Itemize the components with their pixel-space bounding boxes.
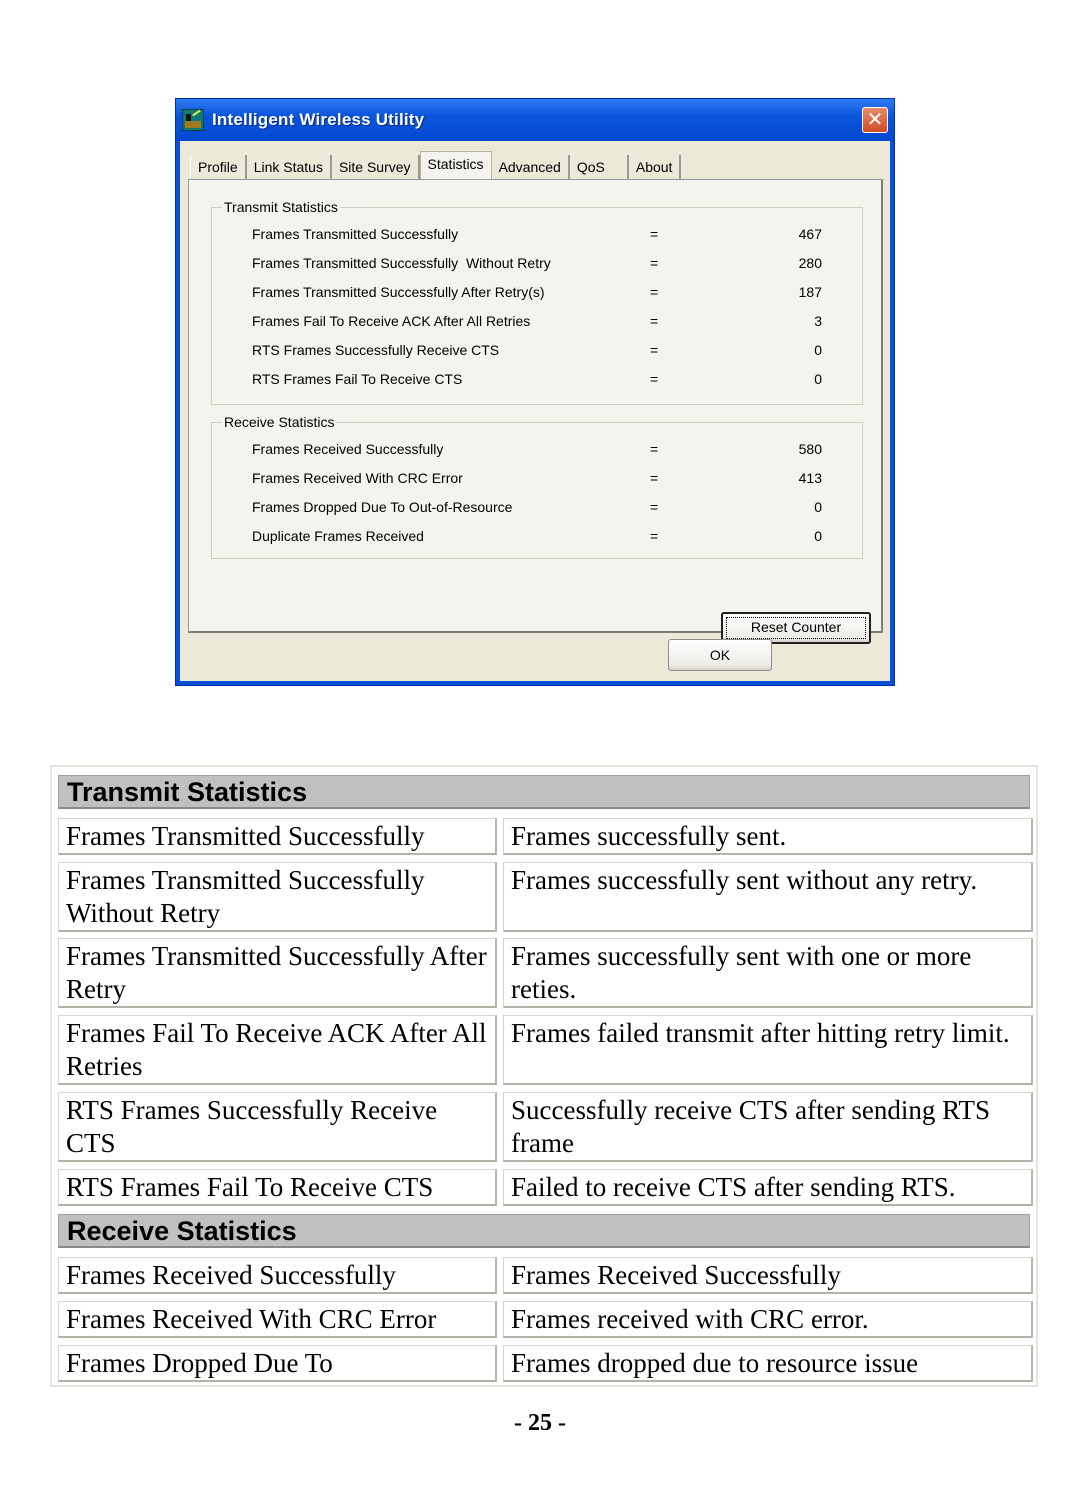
stat-equals: = <box>650 255 659 271</box>
focus-rectangle <box>726 617 866 639</box>
receive-statistics-group: Receive Statistics Frames Received Succe… <box>211 414 863 559</box>
stat-equals: = <box>650 284 659 300</box>
stat-row: Duplicate Frames Received = 0 <box>252 528 822 548</box>
stat-label: Duplicate Frames Received <box>252 528 424 544</box>
term-cell: Frames Dropped Due To <box>58 1345 497 1382</box>
stat-equals: = <box>650 313 659 329</box>
term-cell: RTS Frames Successfully Receive CTS <box>58 1092 497 1162</box>
dialog-client-area: Profile Link Status Site Survey Statisti… <box>180 141 890 681</box>
stat-equals: = <box>650 342 659 358</box>
stat-row: Frames Received Successfully = 580 <box>252 441 822 461</box>
statistics-description-table: Transmit Statistics Frames Transmitted S… <box>50 765 1038 1387</box>
stat-label: Frames Received Successfully <box>252 441 444 457</box>
stat-value: 0 <box>814 528 822 544</box>
stat-value: 0 <box>814 342 822 358</box>
description-cell: Frames successfully sent. <box>503 818 1033 855</box>
stat-label: Frames Received With CRC Error <box>252 470 463 486</box>
stat-value: 467 <box>798 226 822 242</box>
description-cell: Frames received with CRC error. <box>503 1301 1033 1338</box>
transmit-group-label: Transmit Statistics <box>222 199 340 215</box>
receive-section-header: Receive Statistics <box>58 1214 1030 1248</box>
statistics-panel: Transmit Statistics Frames Transmitted S… <box>188 179 883 644</box>
stat-row: Frames Dropped Due To Out-of-Resource = … <box>252 499 822 519</box>
tab-site-survey[interactable]: Site Survey <box>331 155 420 179</box>
stat-label: Frames Dropped Due To Out-of-Resource <box>252 499 513 515</box>
stat-label: Frames Transmitted Successfully Without … <box>252 255 551 271</box>
description-cell: Successfully receive CTS after sending R… <box>503 1092 1033 1162</box>
tab-link-status[interactable]: Link Status <box>246 155 332 179</box>
tab-bar: Profile Link Status Site Survey Statisti… <box>190 151 682 180</box>
stat-value: 187 <box>798 284 822 300</box>
term-cell: RTS Frames Fail To Receive CTS <box>58 1169 497 1206</box>
stat-value: 3 <box>814 313 822 329</box>
term-cell: Frames Fail To Receive ACK After All Ret… <box>58 1015 497 1085</box>
stat-equals: = <box>650 528 659 544</box>
stat-row: Frames Transmitted Successfully After Re… <box>252 284 822 304</box>
stat-value: 280 <box>798 255 822 271</box>
page-number: - 25 - <box>514 1410 566 1436</box>
stat-label: Frames Transmitted Successfully <box>252 226 459 242</box>
ok-label: OK <box>709 647 731 663</box>
tab-profile[interactable]: Profile <box>190 155 247 179</box>
stat-label: RTS Frames Fail To Receive CTS <box>252 371 463 387</box>
title-bar[interactable]: Intelligent Wireless Utility ✕ <box>176 99 894 141</box>
stat-equals: = <box>650 499 659 515</box>
description-cell: Failed to receive CTS after sending RTS. <box>503 1169 1033 1206</box>
wireless-utility-window: Intelligent Wireless Utility ✕ Profile L… <box>175 98 895 686</box>
close-button[interactable]: ✕ <box>862 107 888 133</box>
window-title: Intelligent Wireless Utility <box>212 110 425 129</box>
transmit-section-header: Transmit Statistics <box>58 775 1030 809</box>
stat-row: Frames Fail To Receive ACK After All Ret… <box>252 313 822 333</box>
description-cell: Frames successfully sent with one or mor… <box>503 938 1033 1008</box>
stat-row: Frames Transmitted Successfully = 467 <box>252 226 822 246</box>
term-cell: Frames Received With CRC Error <box>58 1301 497 1338</box>
ok-button[interactable]: OK <box>668 639 772 671</box>
stat-row: RTS Frames Fail To Receive CTS = 0 <box>252 371 822 391</box>
term-cell: Frames Transmitted Successfully After Re… <box>58 938 497 1008</box>
description-cell: Frames failed transmit after hitting ret… <box>503 1015 1033 1085</box>
stat-row: Frames Transmitted Successfully Without … <box>252 255 822 275</box>
stat-equals: = <box>650 441 659 457</box>
stat-row: Frames Received With CRC Error = 413 <box>252 470 822 490</box>
description-cell: Frames Received Successfully <box>503 1257 1033 1294</box>
stat-value: 0 <box>814 499 822 515</box>
description-cell: Frames successfully sent without any ret… <box>503 862 1033 932</box>
term-cell: Frames Transmitted Successfully <box>58 818 497 855</box>
description-cell: Frames dropped due to resource issue <box>503 1345 1033 1382</box>
stat-label: Frames Transmitted Successfully After Re… <box>252 284 545 300</box>
stat-equals: = <box>650 470 659 486</box>
stat-row: RTS Frames Successfully Receive CTS = 0 <box>252 342 822 362</box>
tab-statistics[interactable]: Statistics <box>419 151 492 180</box>
term-cell: Frames Transmitted Successfully Without … <box>58 862 497 932</box>
tab-about[interactable]: About <box>628 155 682 179</box>
transmit-statistics-group: Transmit Statistics Frames Transmitted S… <box>211 199 863 405</box>
stat-equals: = <box>650 226 659 242</box>
stat-label: Frames Fail To Receive ACK After All Ret… <box>252 313 531 329</box>
stat-value: 0 <box>814 371 822 387</box>
tab-qos[interactable]: QoS <box>569 155 629 179</box>
receive-group-label: Receive Statistics <box>222 414 337 430</box>
close-icon: ✕ <box>866 107 884 131</box>
tab-advanced[interactable]: Advanced <box>491 155 570 179</box>
stat-equals: = <box>650 371 659 387</box>
stat-label: RTS Frames Successfully Receive CTS <box>252 342 500 358</box>
term-cell: Frames Received Successfully <box>58 1257 497 1294</box>
stat-value: 580 <box>798 441 822 457</box>
wireless-app-icon <box>182 109 204 131</box>
stat-value: 413 <box>798 470 822 486</box>
